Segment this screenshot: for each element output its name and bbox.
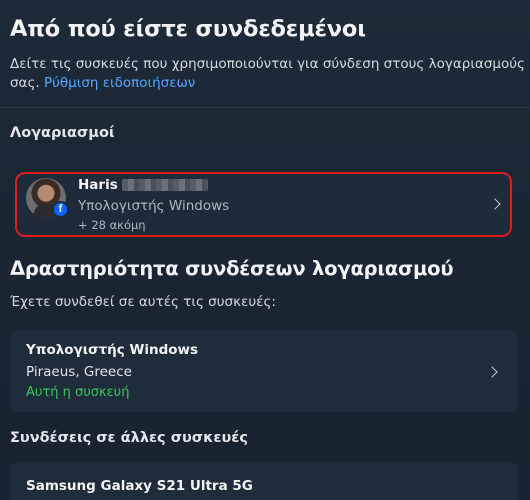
account-more-count: + 28 ακόμη bbox=[78, 218, 146, 232]
this-device-label: Αυτή η συσκευή bbox=[26, 385, 130, 400]
chevron-right-icon bbox=[489, 198, 501, 210]
device-location: Piraeus, Greece bbox=[26, 364, 132, 380]
device-name: Samsung Galaxy S21 Ultra 5G bbox=[26, 478, 253, 494]
chevron-right-icon bbox=[486, 366, 498, 378]
redacted-surname bbox=[121, 179, 208, 191]
divider bbox=[0, 107, 530, 108]
page-description: Δείτε τις συσκευές που χρησιμοποιούνται … bbox=[10, 55, 525, 93]
activity-subtitle: Έχετε συνδεθεί σε αυτές τις συσκευές: bbox=[10, 294, 276, 310]
other-device-card[interactable]: Samsung Galaxy S21 Ultra 5G bbox=[10, 462, 518, 500]
account-card[interactable]: f Haris Υπολογιστής Windows + 28 ακόμη bbox=[15, 172, 512, 237]
facebook-icon: f bbox=[52, 201, 69, 218]
page-title: Από πού είστε συνδεδεμένοι bbox=[10, 16, 366, 42]
current-device-card[interactable]: Υπολογιστής Windows Piraeus, Greece Αυτή… bbox=[10, 330, 518, 412]
account-name-text: Haris bbox=[78, 177, 118, 193]
device-name: Υπολογιστής Windows bbox=[26, 342, 199, 358]
account-device: Υπολογιστής Windows bbox=[78, 198, 230, 214]
other-devices-label: Συνδέσεις σε άλλες συσκευές bbox=[10, 430, 248, 446]
accounts-section-label: Λογαριασμοί bbox=[10, 125, 115, 141]
notification-settings-link[interactable]: Ρύθμιση ειδοποιήσεων bbox=[44, 75, 195, 91]
header: Από πού είστε συνδεδεμένοι Δείτε τις συσ… bbox=[0, 0, 530, 93]
account-name: Haris bbox=[78, 177, 208, 193]
activity-title: Δραστηριότητα συνδέσεων λογαριασμού bbox=[10, 257, 454, 280]
